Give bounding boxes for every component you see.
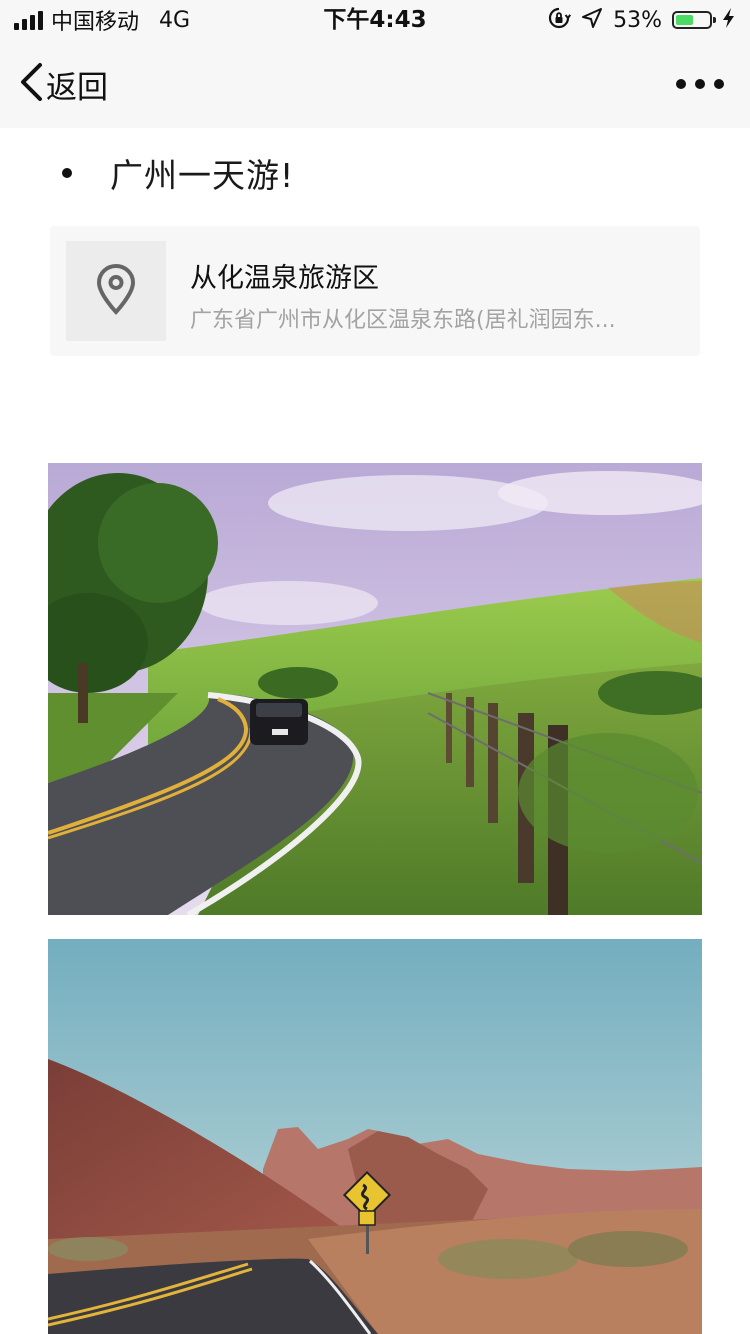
status-right: 53%: [547, 6, 736, 34]
photo-desert-road[interactable]: [48, 939, 702, 1334]
orientation-lock-icon: [547, 6, 572, 34]
location-name: 从化温泉旅游区: [190, 263, 379, 294]
status-bar: 中国移动 4G 下午4:43 53%: [0, 0, 750, 40]
more-dots-icon[interactable]: [676, 70, 724, 98]
map-pin-icon: [95, 263, 137, 319]
chevron-left-icon: [18, 62, 44, 106]
title-list-item: 广州一天游!: [62, 150, 294, 196]
photo-green-hills-road[interactable]: [48, 463, 702, 915]
charging-bolt-icon: [722, 7, 736, 33]
location-card[interactable]: 从化温泉旅游区 广东省广州市从化区温泉东路(居礼润园东...: [50, 226, 700, 356]
nav-bar: 返回: [0, 40, 750, 128]
battery-fill: [676, 15, 693, 25]
location-thumbnail: [66, 241, 166, 341]
bullet-dot: [62, 168, 72, 178]
page-title: 广州一天游!: [110, 156, 295, 195]
location-address: 广东省广州市从化区温泉东路(居礼润园东...: [190, 308, 616, 333]
battery-icon: [672, 11, 716, 29]
battery-nub: [713, 17, 716, 23]
back-button[interactable]: 返回: [18, 62, 108, 106]
back-label: 返回: [46, 69, 108, 106]
location-arrow-icon: [581, 7, 603, 33]
battery-percent: 53%: [613, 7, 662, 33]
